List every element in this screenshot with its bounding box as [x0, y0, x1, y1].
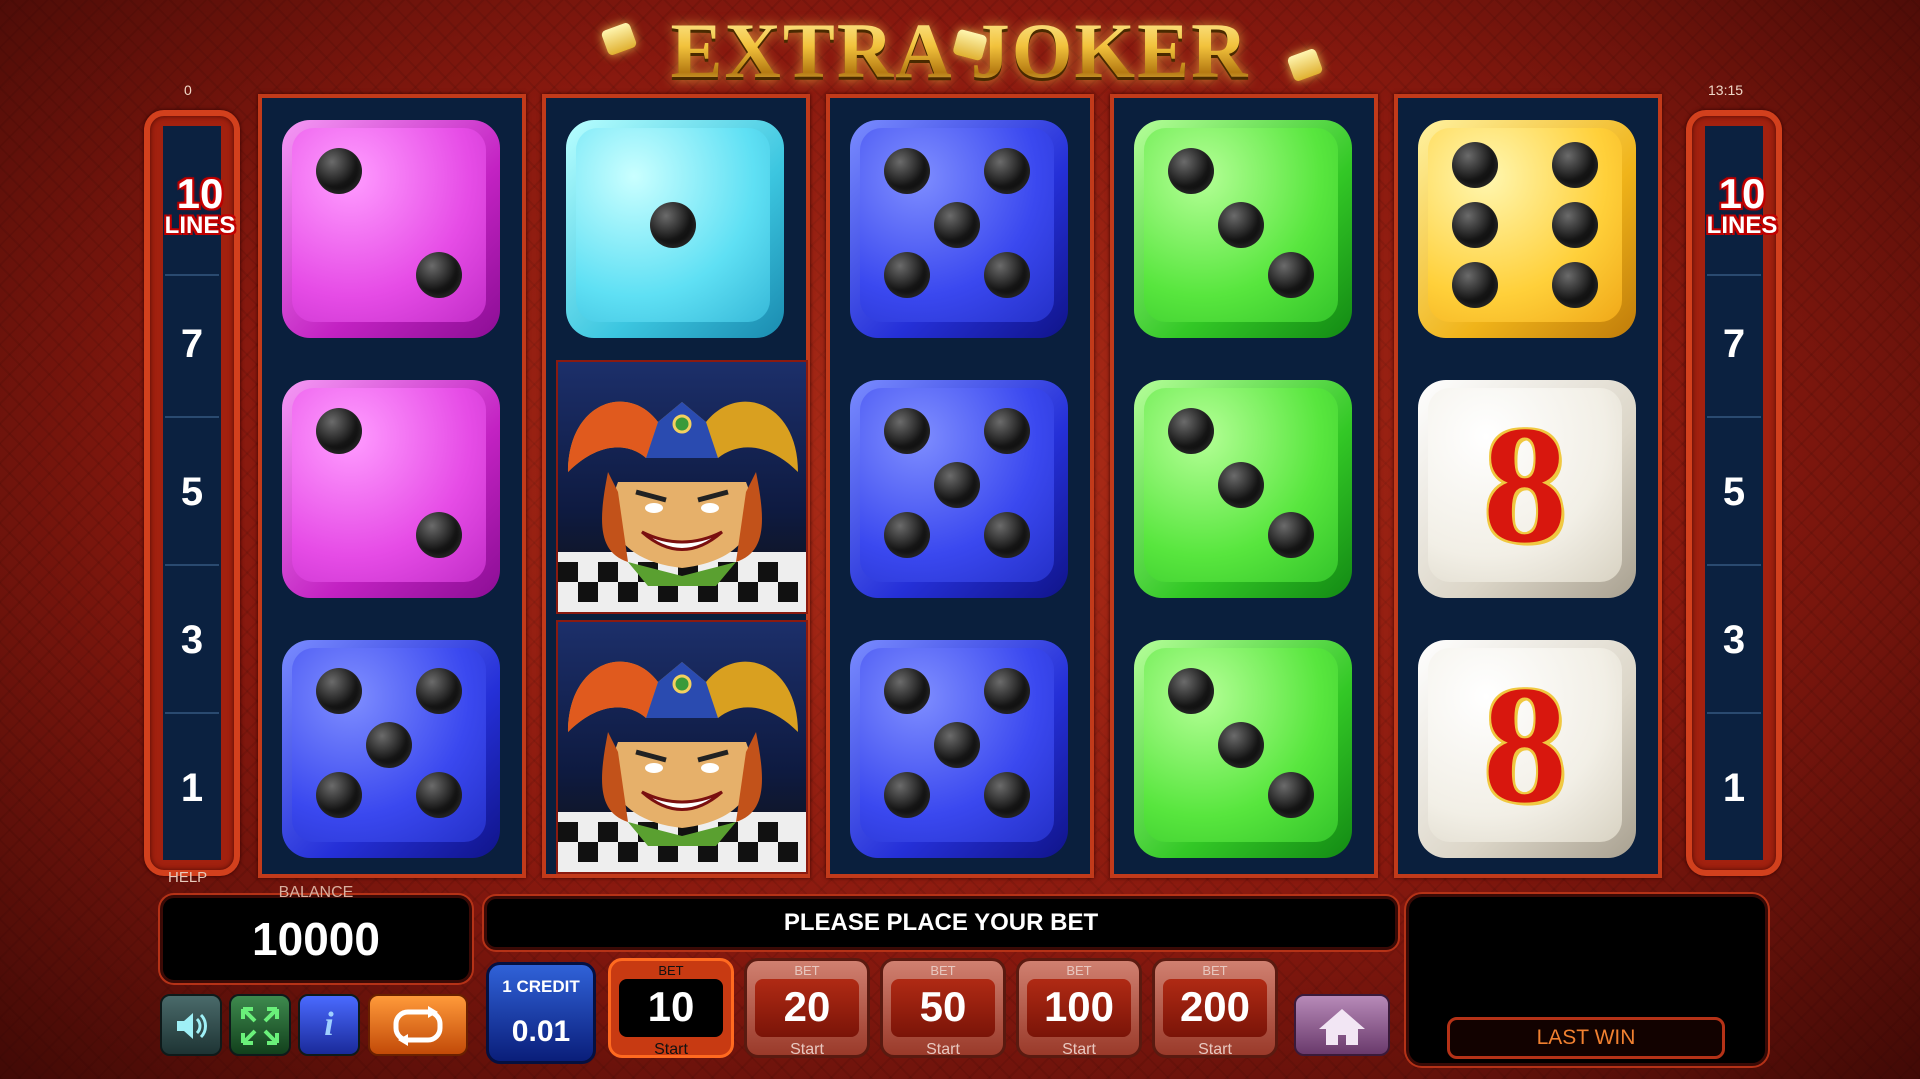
reel-4 — [1110, 94, 1378, 878]
bet-value: 100 — [1043, 983, 1115, 1030]
bet-button-200[interactable]: BET 200 Start — [1152, 958, 1278, 1058]
reel-3 — [826, 94, 1094, 878]
line-number-1[interactable]: 1 — [163, 766, 221, 811]
reel-1 — [258, 94, 526, 878]
line-number-7[interactable]: 7 — [1705, 322, 1763, 367]
home-button[interactable] — [1294, 994, 1390, 1056]
bet-label: BET — [658, 963, 684, 978]
credit-value-button[interactable]: 1 CREDIT 0.01 — [486, 962, 596, 1064]
reel-5 — [1394, 94, 1662, 878]
bet-label: BET — [930, 963, 956, 978]
last-win-label: LAST WIN — [1447, 1017, 1725, 1059]
credit-label: 1 CREDIT — [502, 977, 580, 996]
line-number-3[interactable]: 3 — [1705, 618, 1763, 663]
info-icon: i — [324, 1006, 334, 1043]
top-left-counter: 0 — [184, 82, 192, 98]
autoplay-icon — [393, 1006, 443, 1046]
left-line-indicator: 10 LINES 7 5 3 1 — [144, 110, 240, 876]
bet-value: 20 — [783, 983, 831, 1030]
bet-button-20[interactable]: BET 20 Start — [744, 958, 870, 1058]
balance-display: BALANCE 10000 — [160, 884, 472, 983]
line-number-7[interactable]: 7 — [163, 322, 221, 367]
balance-label: BALANCE — [278, 884, 354, 901]
bet-label: BET — [794, 963, 820, 978]
fullscreen-button[interactable] — [229, 994, 291, 1056]
bet-start-label: Start — [654, 1041, 688, 1058]
bet-start-label: Start — [790, 1041, 824, 1058]
bet-start-label: Start — [1198, 1041, 1232, 1058]
status-message: PLEASE PLACE YOUR BET — [484, 896, 1398, 950]
bet-start-label: Start — [1062, 1041, 1096, 1058]
line-number-3[interactable]: 3 — [163, 618, 221, 663]
bet-value: 200 — [1179, 983, 1251, 1030]
bet-label: BET — [1066, 963, 1092, 978]
bet-button-100[interactable]: BET 100 Start — [1016, 958, 1142, 1058]
lines-label: LINES — [164, 212, 236, 239]
autoplay-button[interactable] — [368, 994, 468, 1056]
clock: 13:15 — [1708, 82, 1744, 98]
info-button[interactable]: i — [298, 994, 360, 1056]
sound-button[interactable] — [160, 994, 222, 1056]
line-number-1[interactable]: 1 — [1705, 766, 1763, 811]
bet-value: 10 — [647, 983, 695, 1030]
lines-label: LINES — [1706, 212, 1778, 239]
lines-badge-left: 10 LINES — [155, 170, 245, 239]
bet-label: BET — [1202, 963, 1228, 978]
right-line-indicator: 10 LINES 7 5 3 1 — [1686, 110, 1782, 876]
credit-value: 0.01 — [511, 1015, 571, 1048]
line-number-5[interactable]: 5 — [163, 470, 221, 515]
balance-value: 10000 — [252, 913, 380, 965]
bet-start-label: Start — [926, 1041, 960, 1058]
line-number-5[interactable]: 5 — [1705, 470, 1763, 515]
reel-2 — [542, 94, 810, 878]
last-win-panel: LAST WIN — [1406, 894, 1768, 1066]
lines-count: 10 — [1718, 170, 1766, 217]
lines-badge-right: 10 LINES — [1697, 170, 1787, 239]
bet-button-50[interactable]: BET 50 Start — [880, 958, 1006, 1058]
bet-value: 50 — [919, 983, 967, 1030]
home-icon — [1319, 1009, 1365, 1045]
lines-count: 10 — [176, 170, 224, 217]
fullscreen-icon — [241, 1007, 279, 1045]
speaker-icon — [177, 1013, 207, 1039]
bet-button-10[interactable]: BET 10 Start — [608, 958, 734, 1058]
